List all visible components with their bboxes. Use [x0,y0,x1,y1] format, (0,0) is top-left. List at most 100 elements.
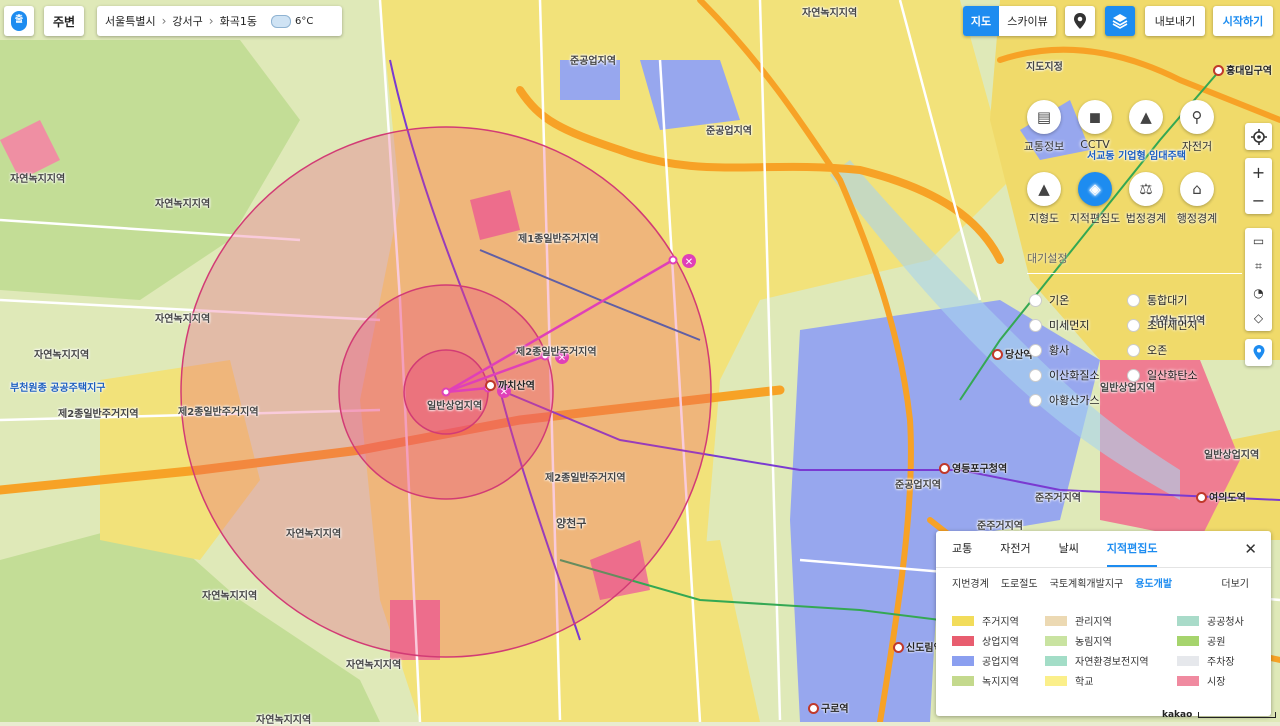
radio-icon [1127,293,1140,307]
legend-item: 공원 [1177,633,1225,648]
legend-label: 농림지역 [1075,637,1112,648]
layers-button[interactable] [1105,6,1135,36]
close-icon[interactable]: ✕ [1244,540,1257,558]
legend-item: 공업지역 [952,653,1019,668]
station-label[interactable]: 영등포구청역 [939,460,1007,475]
government-icon: ⌂ [1180,172,1214,206]
air-option-co[interactable]: 일산화탄소 [1127,367,1198,383]
map-pin-icon [1074,13,1086,29]
station-label[interactable]: 구로역 [808,700,849,715]
zone-label: 자연녹지지역 [10,174,66,185]
zone-label: 자연녹지지역 [155,314,211,325]
start-button[interactable]: 시작하기 [1213,6,1273,36]
station-label[interactable]: 홍대입구역 [1213,62,1272,77]
radio-icon [1029,393,1042,407]
zone-label: 자연녹지지역 [34,350,90,361]
legend-swatch [1045,635,1067,646]
subtab-development-district[interactable]: 국토계획개발지구 [1050,575,1124,590]
zone-label: 지도지정 [1026,62,1063,73]
legend-label: 공원 [1207,637,1226,648]
kakao-logo: kakao [1162,710,1193,720]
air-option-ozone[interactable]: 오존 [1127,342,1167,358]
legend-item: 자연환경보전지역 [1045,653,1149,668]
tab-cadastral[interactable]: 지적편집도 [1106,531,1158,567]
legend-label: 학교 [1075,677,1094,688]
legend-label: 주거지역 [982,617,1019,628]
zone-label: 일반상업지역 [1204,450,1260,461]
district-label: 양천구 [556,517,587,530]
my-location-button[interactable] [1245,123,1272,150]
add-pin-button[interactable] [1245,339,1272,366]
subtab-lot-boundary[interactable]: 지번경계 [952,575,989,590]
subtab-land-use[interactable]: 용도개발 [1135,575,1172,590]
zone-label: 제2종일반주거지역 [58,409,139,420]
zone-label: 자연녹지지역 [802,8,858,19]
legend-swatch [1177,675,1199,686]
legend-swatch [952,675,974,686]
zone-label: 제2종일반주거지역 [178,407,259,418]
air-option-fine-dust[interactable]: 미세먼지 [1029,317,1089,333]
air-option-ultrafine-dust[interactable]: 초미세먼지 [1127,317,1198,333]
zoom-in-icon[interactable]: + [1252,163,1265,182]
air-option-yellow-dust[interactable]: 황사 [1029,342,1069,358]
export-button[interactable]: 내보내기 [1145,6,1205,36]
nearby-button[interactable]: 주변 [44,6,84,36]
map-scale: kakao 500m [1162,710,1280,720]
breadcrumb-district[interactable]: 강서구 [172,13,202,29]
legend-item: 농림지역 [1045,633,1112,648]
scale-bar [1198,712,1277,718]
legend-label: 자연환경보전지역 [1075,657,1149,668]
air-option-so2[interactable]: 아황산가스 [1029,392,1100,408]
zone-label: 준공업지역 [570,56,616,67]
zone-label: 제2종일반주거지역 [545,473,626,484]
air-option-no2[interactable]: 이산화질소 [1029,367,1100,383]
subtab-road[interactable]: 도로절도 [1001,575,1038,590]
zone-label: 부천원종 공공주택지구 [10,383,106,394]
map-type-toggle: 지도 스카이뷰 [963,6,1056,36]
map-type-skyview-button[interactable]: 스카이뷰 [999,13,1056,29]
breadcrumb-city[interactable]: 서울특별시 [105,13,156,29]
zoom-control: + − [1245,158,1272,214]
scale-icon: ⚖ [1129,172,1163,206]
zone-label: 자연녹지지역 [286,529,342,540]
legend-label: 녹지지역 [982,677,1019,688]
ruler-icon[interactable]: ▭ [1253,234,1264,248]
map-type-map-button[interactable]: 지도 [963,6,999,36]
radio-icon [1127,343,1140,357]
zone-label: 준주거지역 [977,521,1023,532]
air-option-cai[interactable]: 통합대기 [1127,292,1187,308]
temperature: 6°C [294,15,314,27]
tab-bicycle[interactable]: 자전거 [1000,531,1030,567]
zone-label: 준공업지역 [895,480,941,491]
bicycle-icon: ⚲ [1180,100,1214,134]
crosshair-icon [1250,128,1267,145]
svg-text:✕: ✕ [685,257,693,268]
layer-bicycle[interactable]: ⚲ 자전거 [1163,100,1231,154]
legend-label: 주차장 [1207,657,1235,668]
radio-icon [1029,293,1042,307]
zoom-out-icon[interactable]: − [1252,191,1265,210]
area-icon[interactable]: ⌗ [1255,259,1262,274]
measure-tools: ▭ ⌗ ◔ ◇ [1245,228,1272,331]
eraser-icon[interactable]: ◇ [1254,311,1263,325]
air-option-temperature[interactable]: 기온 [1029,292,1069,308]
legend-label: 공공청사 [1207,617,1244,628]
chevron-right-icon: › [208,14,214,28]
station-label[interactable]: 까치산역 [485,377,535,392]
station-label[interactable]: 여의도역 [1196,489,1246,504]
location-pin-button[interactable] [1065,6,1095,36]
legend-label: 공업지역 [982,657,1019,668]
legend-item: 학교 [1045,673,1093,688]
more-link[interactable]: 더보기 [1221,575,1249,590]
layer-admin-boundary[interactable]: ⌂ 행정경계 [1163,172,1231,226]
terrain-icon: ▲ [1027,172,1061,206]
tab-weather[interactable]: 날씨 [1059,531,1079,567]
legend-swatch [952,615,974,626]
tab-traffic[interactable]: 교통 [952,531,972,567]
weather-widget[interactable]: 6°C [270,14,314,28]
radius-icon[interactable]: ◔ [1253,286,1263,300]
logo-button[interactable]: 출 [4,6,34,36]
breadcrumb-dong[interactable]: 화곡1동 [220,13,257,29]
station-label[interactable]: 당산역 [992,346,1033,361]
zone-label: 제2종일반주거지역 [516,347,597,358]
